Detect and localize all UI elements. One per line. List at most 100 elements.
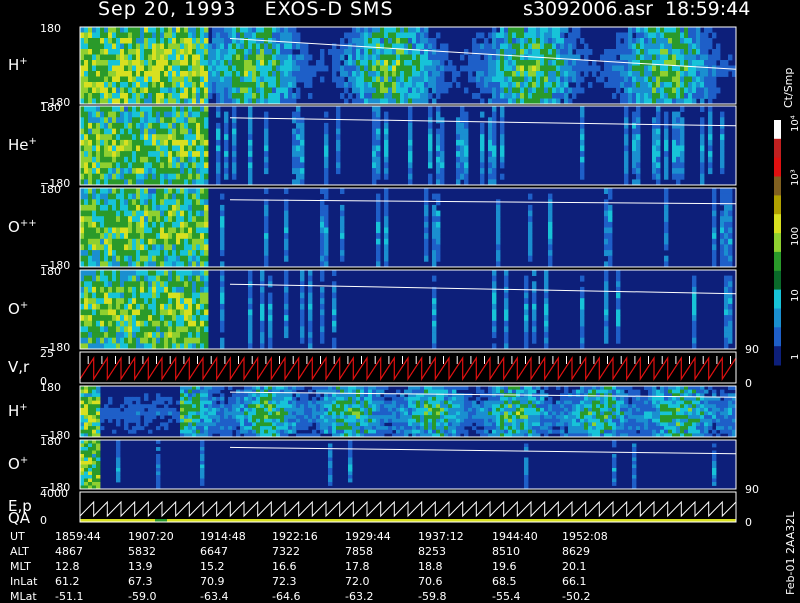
- heatmap-cell: [356, 87, 361, 94]
- heatmap-cell: [80, 298, 85, 305]
- heatmap-cell: [204, 298, 209, 305]
- heatmap-cell: [524, 76, 529, 83]
- heatmap-cell: [264, 255, 269, 262]
- heatmap-cell: [132, 270, 137, 276]
- heatmap-cell: [468, 54, 473, 61]
- heatmap-cell: [156, 393, 161, 398]
- heatmap-cell: [288, 27, 293, 33]
- heatmap-cell: [188, 168, 193, 175]
- heatmap-cell: [184, 139, 189, 146]
- heatmap-cell: [144, 156, 149, 163]
- heatmap-cell: [700, 168, 705, 175]
- heatmap-cell: [352, 49, 357, 55]
- heatmap-cell: [436, 238, 441, 245]
- heatmap-cell: [172, 49, 177, 55]
- heatmap-cell: [108, 106, 113, 112]
- heatmap-cell: [180, 275, 185, 282]
- heatmap-cell: [264, 168, 269, 175]
- heatmap-cell: [128, 65, 133, 72]
- heatmap-cell: [292, 117, 297, 124]
- heatmap-cell: [180, 418, 185, 423]
- heatmap-cell: [568, 60, 573, 66]
- heatmap-cell: [716, 71, 721, 77]
- heatmap-cell: [208, 82, 213, 88]
- heatmap-cell: [188, 76, 193, 83]
- heatmap-cell: [364, 93, 369, 99]
- heatmap-cell: [516, 65, 521, 72]
- heatmap-cell: [216, 162, 221, 169]
- heatmap-cell: [220, 386, 225, 390]
- heatmap-cell: [248, 145, 253, 152]
- heatmap-cell: [544, 27, 549, 33]
- heatmap-cell: [212, 404, 217, 409]
- heatmap-cell: [508, 82, 513, 88]
- heatmap-cell: [556, 65, 561, 72]
- heatmap-cell: [416, 43, 421, 50]
- heatmap-cell: [88, 404, 93, 409]
- heatmap-cell: [140, 193, 145, 200]
- heatmap-cell: [96, 320, 101, 327]
- heatmap-cell: [192, 204, 197, 211]
- heatmap-cell: [680, 156, 685, 163]
- heatmap-cell: [628, 32, 633, 39]
- heatmap-cell: [632, 43, 637, 50]
- heatmap-cell: [160, 65, 165, 72]
- heatmap-cell: [636, 134, 641, 141]
- heatmap-cell: [172, 71, 177, 77]
- heatmap-cell: [136, 156, 141, 163]
- heatmap-cell: [288, 71, 293, 77]
- heatmap-cell: [704, 49, 709, 55]
- heatmap-cell: [196, 145, 201, 152]
- heatmap-cell: [480, 162, 485, 169]
- heatmap-cell: [324, 134, 329, 141]
- heatmap-cell: [148, 93, 153, 99]
- heatmap-cell: [168, 145, 173, 152]
- heatmap-cell: [184, 49, 189, 55]
- heatmap-cell: [324, 429, 329, 434]
- heatmap-cell: [96, 216, 101, 223]
- heatmap-cell: [192, 238, 197, 245]
- heatmap-cell: [268, 93, 273, 99]
- heatmap-cell: [144, 326, 149, 333]
- heatmap-cell: [244, 65, 249, 72]
- heatmap-cell: [500, 156, 505, 163]
- heatmap-cell: [580, 38, 585, 44]
- heatmap-cell: [172, 270, 177, 276]
- heatmap-cell: [352, 54, 357, 61]
- heatmap-cell: [248, 82, 253, 88]
- heatmap-cell: [560, 27, 565, 33]
- heatmap-cell: [192, 106, 197, 112]
- heatmap-cell: [184, 429, 189, 434]
- heatmap-cell: [436, 106, 441, 112]
- heatmap-cell: [252, 415, 257, 420]
- heatmap-cell: [656, 49, 661, 55]
- heatmap-cell: [96, 204, 101, 211]
- heatmap-cell: [164, 65, 169, 72]
- heatmap-cell: [128, 238, 133, 245]
- heatmap-cell: [296, 162, 301, 169]
- heatmap-cell: [96, 27, 101, 33]
- heatmap-cell: [496, 60, 501, 66]
- heatmap-cell: [84, 199, 89, 206]
- heatmap-cell: [108, 82, 113, 88]
- heatmap-cell: [360, 38, 365, 44]
- heatmap-cell: [100, 139, 105, 146]
- heatmap-cell: [332, 60, 337, 66]
- heatmap-cell: [488, 82, 493, 88]
- heatmap-cell: [244, 82, 249, 88]
- heatmap-cell: [588, 65, 593, 72]
- heatmap-cell: [264, 426, 269, 431]
- heatmap-cell: [164, 204, 169, 211]
- heatmap-cell: [212, 38, 217, 44]
- heatmap-cell: [196, 210, 201, 217]
- heatmap-cell: [676, 49, 681, 55]
- heatmap-cell: [332, 400, 337, 405]
- heatmap-cell: [464, 168, 469, 175]
- heatmap-cell: [200, 32, 205, 39]
- heatmap-cell: [580, 156, 585, 163]
- heatmap-cell: [308, 281, 313, 288]
- heatmap-cell: [216, 54, 221, 61]
- heatmap-cell: [432, 298, 437, 305]
- heatmap-cell: [168, 286, 173, 293]
- heatmap-cell: [152, 216, 157, 223]
